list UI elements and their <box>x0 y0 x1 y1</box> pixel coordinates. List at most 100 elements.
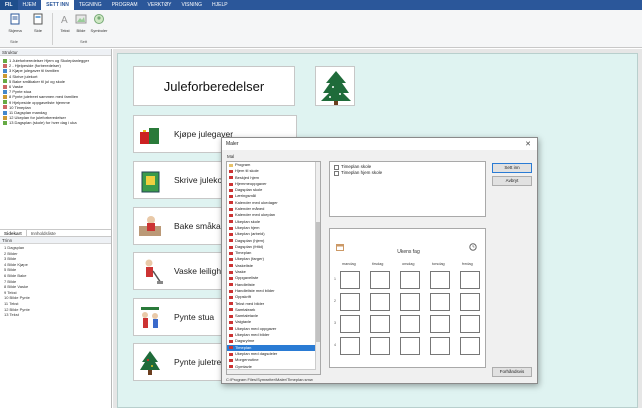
close-icon[interactable]: ✕ <box>525 140 531 148</box>
tab-contents[interactable]: Innholdsliste <box>27 230 60 236</box>
page-thumbnail-icon <box>3 89 7 94</box>
tab-insert[interactable]: SETT INN <box>41 0 74 10</box>
template-icon <box>229 214 233 218</box>
task-card-label: Skrive julekort <box>174 175 228 185</box>
tab-drawing[interactable]: TEGNING <box>74 0 107 10</box>
preview-cell <box>400 315 420 333</box>
page-thumbnail-icon <box>3 63 7 68</box>
preview-cell <box>460 315 480 333</box>
dialog-title: Maler <box>222 138 537 150</box>
template-icon <box>229 251 233 255</box>
steps-list: 1 Dagsplan 2 Bilder 3 Bilde 4 Bilde Kjøpe 5 … <box>0 244 111 319</box>
preview-day-header: mandag <box>342 262 356 266</box>
preview-cell <box>400 293 420 311</box>
steps-title: Trinn <box>0 237 111 244</box>
preview-button[interactable]: Forhåndsvis <box>492 367 532 377</box>
page-thumbnail-icon <box>3 84 7 89</box>
preview-cell <box>430 271 450 289</box>
preview-day-header: onsdag <box>402 262 415 266</box>
template-preview: Ukens fag mandag tirsdag onsdag torsdag fred… <box>329 228 486 368</box>
template-dialog: Maler ✕ Mal Program Hjem til skole Beskjed… <box>221 137 538 384</box>
preview-cell <box>430 293 450 311</box>
ribbon: Skjema Side A Tekst Bilde Symboler Side … <box>0 10 642 48</box>
gift-icon <box>140 128 159 144</box>
template-icon <box>229 365 233 369</box>
document-title[interactable]: Juleforberedelser <box>133 66 295 106</box>
preview-cell <box>460 337 480 355</box>
template-icon <box>229 201 233 205</box>
template-icon <box>229 232 233 236</box>
card-icon <box>141 171 160 193</box>
outline-item[interactable]: 13 Dagsplan (skole) for hver dag i uka <box>3 120 108 125</box>
template-icon <box>229 270 233 274</box>
template-list[interactable]: Program Hjem til skole Beskjed hjem Hjemmeo… <box>226 161 321 375</box>
baking-icon <box>139 216 161 236</box>
template-icon <box>229 314 233 318</box>
tab-file[interactable]: FIL <box>0 0 18 10</box>
scroll-thumb[interactable] <box>316 222 320 342</box>
svg-text:A: A <box>61 15 68 25</box>
template-list-scrollbar[interactable] <box>315 162 320 374</box>
template-icon <box>229 346 233 350</box>
preview-cell <box>370 337 390 355</box>
page-thumbnail-icon <box>3 100 7 105</box>
preview-cell <box>430 337 450 355</box>
left-pane: Struktur 1 Juleforberedelser Hjem og Sko… <box>0 49 112 408</box>
preview-row-number: 2 <box>334 299 336 303</box>
template-icon <box>229 289 233 293</box>
symbol-button-label: Symboler <box>90 28 108 33</box>
page-thumbnail-icon <box>3 105 7 110</box>
insert-button[interactable]: Sett inn <box>492 163 532 173</box>
template-list-hscrollbar[interactable] <box>227 369 316 374</box>
selected-item[interactable]: Timeplan hjem skole <box>334 170 481 176</box>
title-picture[interactable] <box>315 66 355 106</box>
folder-icon <box>229 163 233 167</box>
preview-cell <box>430 315 450 333</box>
template-icon <box>229 207 233 211</box>
page-button-label: Side <box>33 28 42 33</box>
preview-cell <box>460 293 480 311</box>
template-path: C:\Program Files\Symwriter\Maler\Timepla… <box>226 377 313 382</box>
tab-home[interactable]: HJEM <box>18 0 42 10</box>
decorating-icon <box>141 307 159 328</box>
template-icon <box>229 308 233 312</box>
task-card-label: Pynte stua <box>174 312 215 322</box>
template-icon <box>229 276 233 280</box>
preview-cell <box>400 337 420 355</box>
symbol-button[interactable]: Symboler <box>88 13 110 33</box>
template-icon <box>229 182 233 186</box>
symbol-icon <box>94 14 104 24</box>
template-icon <box>229 333 233 337</box>
preview-cell <box>340 337 360 355</box>
left-subtabs: Sidekart Innholdsliste <box>0 229 111 237</box>
tab-help[interactable]: HJELP <box>207 0 233 10</box>
tab-program[interactable]: PROGRAM <box>107 0 143 10</box>
page-thumbnail-icon <box>3 69 7 73</box>
tab-tools[interactable]: VERKTØY <box>143 0 177 10</box>
template-icon <box>229 295 233 299</box>
selected-templates[interactable]: Timeplan skole Timeplan hjem skole <box>329 161 486 217</box>
template-icon <box>229 226 233 230</box>
step-item[interactable]: 13 Tekst <box>4 312 107 318</box>
tab-page-map[interactable]: Sidekart <box>0 230 27 236</box>
page-button[interactable]: Side <box>27 13 49 33</box>
preview-day-header: torsdag <box>432 262 445 266</box>
form-button[interactable]: Skjema <box>4 13 26 33</box>
preview-cell <box>340 293 360 311</box>
tab-view[interactable]: VISNING <box>176 0 207 10</box>
template-icon <box>229 258 233 262</box>
preview-cell <box>400 271 420 289</box>
preview-cell <box>340 315 360 333</box>
template-icon <box>229 339 233 343</box>
template-icon <box>229 169 233 173</box>
preview-cell <box>370 315 390 333</box>
template-list-label: Mal <box>227 154 235 159</box>
outline-list: 1 Juleforberedelser Hjem og Skoleplanleg… <box>0 56 111 229</box>
preview-row-number: 1 <box>334 277 336 281</box>
template-icon <box>229 188 233 192</box>
page-thumbnail-icon <box>3 95 7 100</box>
cancel-button[interactable]: Avbryt <box>492 176 532 186</box>
template-icon <box>334 164 339 170</box>
template-icon <box>229 352 233 356</box>
vacuum-icon <box>145 259 163 284</box>
